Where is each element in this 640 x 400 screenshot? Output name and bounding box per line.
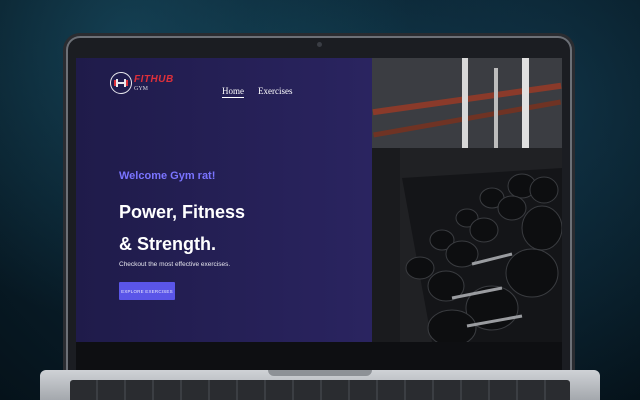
webcam — [317, 42, 322, 47]
nav-home[interactable]: Home — [222, 86, 244, 98]
hero-headline: Power, Fitness & Strength. — [119, 196, 245, 260]
nav-bar: Home Exercises — [222, 86, 292, 98]
explore-exercises-button[interactable]: EXPLORE EXERCISES — [119, 282, 175, 300]
screen-bezel — [76, 342, 562, 370]
nav-exercises[interactable]: Exercises — [258, 86, 292, 98]
dumbbell-rack-illustration — [372, 58, 562, 342]
hero-subtitle: Checkout the most effective exercises. — [119, 261, 231, 268]
gym-dumbbells-image — [372, 58, 562, 342]
keyboard — [70, 380, 570, 400]
brand-sub: GYM — [134, 86, 149, 92]
laptop-screen: FITHUB GYM Home Exercises Welcome Gym ra… — [76, 58, 562, 342]
headline-line-2: & Strength. — [119, 234, 216, 254]
hero-panel: FITHUB GYM Home Exercises Welcome Gym ra… — [76, 58, 372, 342]
dumbbell-icon — [114, 79, 128, 87]
logo[interactable] — [110, 72, 132, 94]
headline-line-1: Power, Fitness — [119, 202, 246, 222]
welcome-text: Welcome Gym rat! — [119, 170, 216, 182]
brand-name: FITHUB — [134, 74, 174, 85]
laptop-hinge — [268, 370, 372, 376]
